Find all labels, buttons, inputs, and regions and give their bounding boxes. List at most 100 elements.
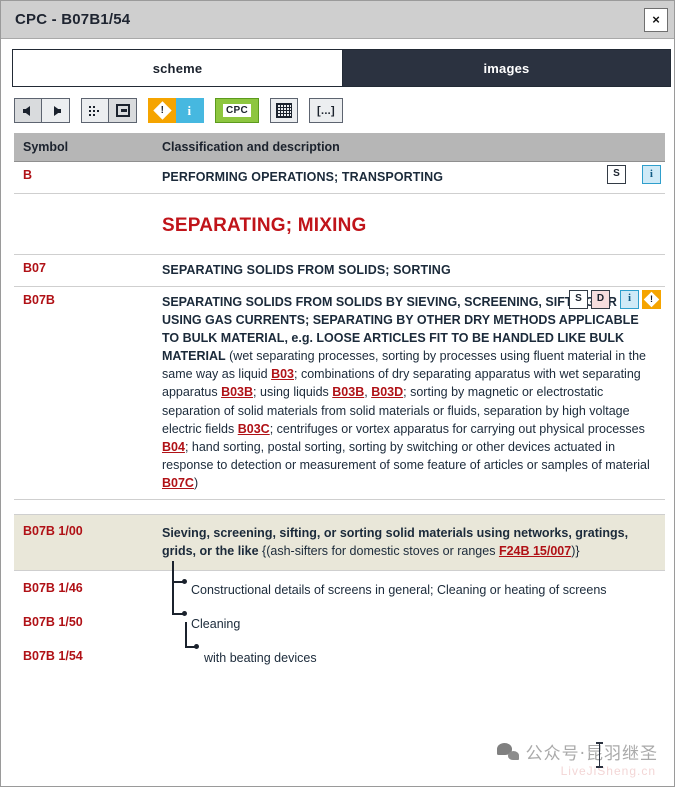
warning-diamond-icon: ! <box>152 101 172 120</box>
ellipsis-icon: [...] <box>317 104 335 117</box>
row-note-7: ; hand sorting, postal sorting, sorting … <box>162 439 650 472</box>
warning-diamond-icon: ! <box>643 291 660 308</box>
toolbar: ! i CPC [...] <box>1 87 674 131</box>
row-description: SEPARATING SOLIDS FROM SOLIDS; SORTING <box>162 254 665 287</box>
scheme-icon[interactable]: S <box>569 289 588 309</box>
info-icon: i <box>187 102 192 118</box>
arrow-left-icon <box>23 105 30 116</box>
classification-link[interactable]: F24B 15/007 <box>499 544 571 558</box>
more-group: [...] <box>309 98 343 123</box>
close-icon[interactable]: × <box>644 7 668 32</box>
row-description: Cleaning <box>162 580 665 640</box>
tab-scheme[interactable]: scheme <box>13 50 343 86</box>
cpc-button[interactable]: CPC <box>215 98 259 123</box>
classification-table: Symbol Classification and description B … <box>14 133 665 674</box>
cpc-window: CPC - B07B1/54 × scheme images ! i CPC [… <box>0 0 675 787</box>
window-layout-icon <box>115 104 130 117</box>
classification-link[interactable]: B07C <box>162 476 194 490</box>
warning-glyph: ! <box>160 104 164 116</box>
dots-hierarchy-icon <box>88 105 102 117</box>
classification-link[interactable]: B03D <box>371 385 403 399</box>
row-text: with beating devices <box>204 650 317 665</box>
row-text: PERFORMING OPERATIONS; TRANSPORTING <box>162 170 444 184</box>
row-symbol[interactable]: B07B 1/00 <box>14 514 162 572</box>
table-row[interactable]: B07 SEPARATING SOLIDS FROM SOLIDS; SORTI… <box>14 254 665 287</box>
row-symbol[interactable]: B07B 1/50 <box>14 607 162 640</box>
tree-line-vertical <box>172 580 174 615</box>
column-header-description: Classification and description <box>162 133 665 162</box>
row-symbol[interactable]: B07B 1/54 <box>14 640 162 674</box>
row-note-6: ; centrifuges or vortex apparatus for ca… <box>269 421 645 436</box>
layout-button[interactable] <box>109 98 137 123</box>
row-description: PERFORMING OPERATIONS; TRANSPORTING S i <box>162 161 665 195</box>
row-icons: S D i ! <box>569 289 661 309</box>
row-note-8: ) <box>193 476 199 491</box>
info-button[interactable]: i <box>176 98 204 123</box>
back-button[interactable] <box>14 98 42 123</box>
scheme-icon[interactable]: S <box>607 165 626 184</box>
table-header-row: Symbol Classification and description <box>14 133 665 162</box>
grid-group <box>270 98 298 123</box>
table-row-selected[interactable]: B07B 1/00 Sieving, screening, sifting, o… <box>14 514 665 572</box>
more-button[interactable]: [...] <box>309 98 343 123</box>
classification-link[interactable]: B04 <box>162 440 185 454</box>
row-note-1: {(ash-sifters for domestic stoves or ran… <box>258 544 499 559</box>
text-cursor-icon <box>596 742 603 768</box>
row-icons: S i <box>607 165 661 184</box>
row-text: Cleaning <box>191 616 241 631</box>
tabs: scheme images <box>12 49 671 87</box>
cpc-group: CPC <box>215 98 259 123</box>
row-symbol <box>14 193 162 255</box>
watermark: 公众号·昆羽继圣 <box>496 739 658 764</box>
watermark-subtext: LiveJiSheng.cn <box>560 764 656 778</box>
classification-link[interactable]: B03B <box>221 385 253 399</box>
table-row[interactable]: B07B S D i ! SEPARATING SOLIDS FROM SOLI… <box>14 286 665 501</box>
table-row[interactable]: B07B 1/54 with beating devices <box>14 621 665 674</box>
row-text: Constructional details of screens in gen… <box>191 583 607 598</box>
classification-link[interactable]: B03B <box>332 385 364 399</box>
table-row: SEPARATING; MIXING <box>14 193 665 255</box>
window-title: CPC - B07B1/54 <box>15 11 131 28</box>
row-symbol[interactable]: B <box>14 161 162 195</box>
tree-node-dot <box>194 643 199 649</box>
row-symbol[interactable]: B07B 1/46 <box>14 571 162 607</box>
tree-node-dot <box>182 610 187 616</box>
flags-group: ! i <box>148 98 204 123</box>
definition-icon[interactable]: D <box>591 289 610 309</box>
grid-icon <box>276 103 292 118</box>
row-description: S D i ! SEPARATING SOLIDS FROM SOLIDS BY… <box>162 286 665 501</box>
row-symbol[interactable]: B07B <box>14 286 162 501</box>
row-description: SEPARATING; MIXING <box>162 193 665 255</box>
row-description: with beating devices <box>162 621 665 674</box>
tab-images[interactable]: images <box>343 50 670 86</box>
row-description: Sieving, screening, sifting, or sorting … <box>162 514 665 572</box>
row-note-3: ; using liquids <box>253 385 333 400</box>
classification-link[interactable]: B03 <box>271 367 294 381</box>
view-group <box>81 98 137 123</box>
navigation-group <box>14 98 70 123</box>
hierarchy-button[interactable] <box>81 98 109 123</box>
classification-link[interactable]: B03C <box>238 422 270 436</box>
table-row[interactable]: B PERFORMING OPERATIONS; TRANSPORTING S … <box>14 161 665 195</box>
forward-button[interactable] <box>42 98 70 123</box>
row-note-2: )} <box>571 544 580 559</box>
row-description: Constructional details of screens in gen… <box>162 561 665 607</box>
cpc-icon: CPC <box>222 104 251 117</box>
info-icon[interactable]: i <box>642 165 661 184</box>
grid-button[interactable] <box>270 98 298 123</box>
warning-icon[interactable]: ! <box>642 289 661 309</box>
window-titlebar: CPC - B07B1/54 × <box>1 1 674 39</box>
section-title: SEPARATING; MIXING <box>162 215 367 237</box>
watermark-text: 公众号·昆羽继圣 <box>525 744 658 764</box>
info-icon[interactable]: i <box>620 289 639 309</box>
row-spacer <box>14 500 665 515</box>
table-row[interactable]: B07B 1/46 Constructional details of scre… <box>14 561 665 607</box>
wechat-icon <box>496 743 519 760</box>
row-symbol[interactable]: B07 <box>14 254 162 287</box>
arrow-right-icon <box>53 105 61 116</box>
tree-line-vertical <box>185 621 187 648</box>
column-header-symbol: Symbol <box>14 133 162 162</box>
table-row[interactable]: B07B 1/50 Cleaning <box>14 580 665 640</box>
warning-button[interactable]: ! <box>148 98 176 123</box>
tabs-container: scheme images <box>1 39 674 87</box>
